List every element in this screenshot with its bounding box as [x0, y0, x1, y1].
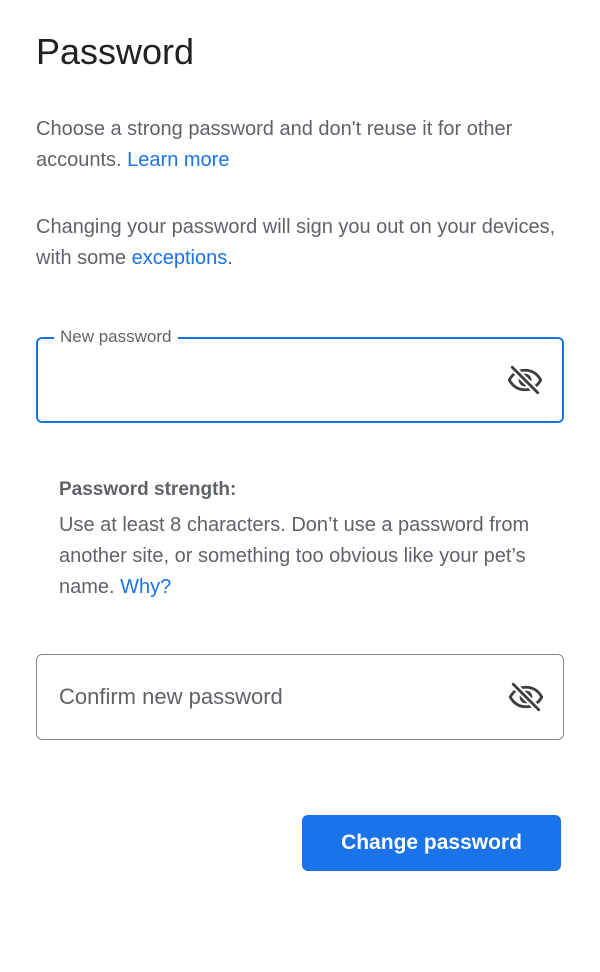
intro-text: Choose a strong password and don't reuse…: [36, 114, 566, 176]
exceptions-link[interactable]: exceptions: [132, 247, 228, 269]
password-strength-section: Password strength: Use at least 8 charac…: [59, 476, 559, 603]
change-password-button[interactable]: Change password: [302, 815, 561, 871]
password-strength-hint: Use at least 8 characters. Don’t use a p…: [59, 510, 559, 603]
confirm-password-field[interactable]: [36, 654, 564, 740]
visibility-off-icon[interactable]: [507, 678, 545, 716]
signout-notice-body: Changing your password will sign you out…: [36, 216, 556, 269]
visibility-off-icon[interactable]: [506, 361, 544, 399]
why-link[interactable]: Why?: [120, 576, 171, 598]
password-strength-title: Password strength:: [59, 479, 237, 500]
new-password-field[interactable]: New password: [36, 326, 564, 423]
intro-body: Choose a strong password and don't reuse…: [36, 118, 513, 171]
page-title: Password: [36, 31, 195, 72]
signout-notice-end: .: [227, 247, 233, 269]
learn-more-link[interactable]: Learn more: [127, 149, 229, 171]
new-password-input[interactable]: [60, 339, 500, 421]
confirm-password-input[interactable]: [59, 655, 499, 739]
signout-notice: Changing your password will sign you out…: [36, 212, 566, 274]
